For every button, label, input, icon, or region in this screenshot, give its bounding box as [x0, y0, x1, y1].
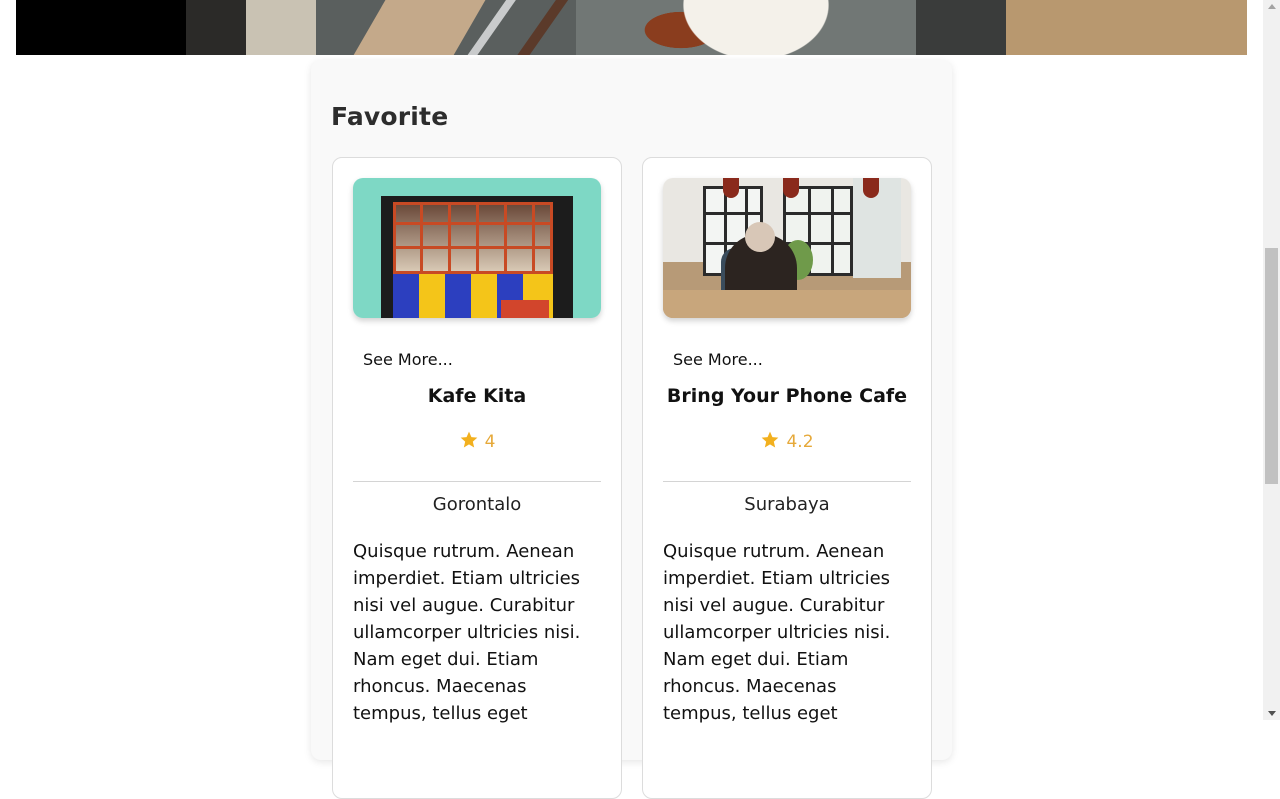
star-icon — [460, 431, 477, 448]
cafe-description: Quisque rutrum. Aenean imperdiet. Etiam … — [663, 541, 891, 724]
scrollbar[interactable] — [1263, 0, 1280, 720]
divider — [663, 481, 911, 482]
see-more-link[interactable]: See More... — [363, 350, 453, 369]
divider — [353, 481, 601, 482]
cafe-interior-illustration — [663, 178, 911, 318]
cafe-name: Kafe Kita — [427, 385, 527, 407]
cafe-city: Surabaya — [744, 494, 830, 515]
cafe-card[interactable]: See More... Kafe Kita 4 Gorontalo Quisqu… — [332, 157, 622, 799]
rating-value: 4 — [484, 432, 496, 452]
hero-knife-shape — [350, 0, 492, 55]
scroll-up-arrow-icon[interactable] — [1268, 4, 1276, 9]
star-icon — [762, 431, 779, 448]
cafe-name: Bring Your Phone Cafe — [666, 385, 908, 407]
cafe-description: Quisque rutrum. Aenean imperdiet. Etiam … — [353, 541, 581, 724]
cafe-card[interactable]: See More... Bring Your Phone Cafe 4.2 Su… — [642, 157, 932, 799]
hero-utensil-shape — [513, 0, 569, 55]
section-title: Favorite — [331, 102, 449, 131]
favorite-section: Favorite See More... Kafe Kita 4 Goronta… — [311, 60, 952, 799]
hero-image — [16, 0, 1247, 55]
see-more-link[interactable]: See More... — [673, 350, 763, 369]
storefront-illustration — [353, 178, 601, 318]
rating: 4.2 — [643, 430, 931, 452]
cafe-image[interactable] — [663, 178, 911, 318]
cafe-image[interactable] — [353, 178, 601, 318]
scrollbar-thumb[interactable] — [1265, 248, 1278, 484]
cafe-city: Gorontalo — [432, 494, 522, 515]
scroll-down-arrow-icon[interactable] — [1268, 711, 1276, 716]
rating-value: 4.2 — [786, 432, 814, 452]
rating: 4 — [333, 430, 621, 452]
